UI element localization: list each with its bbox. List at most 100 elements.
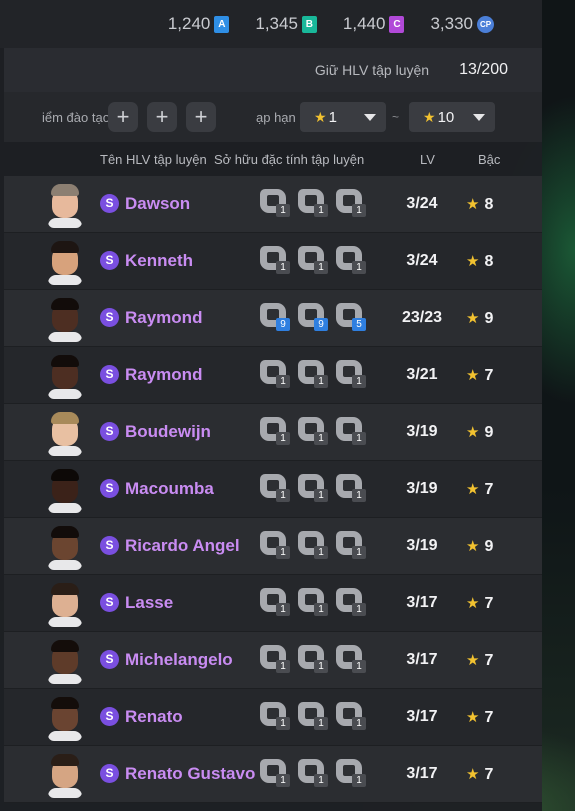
rank-min-value: 1 <box>328 108 337 126</box>
trait-level: 1 <box>276 603 290 616</box>
coach-row[interactable]: S Macoumba 1 1 1 3/19 ★ 7 <box>4 461 542 518</box>
coach-avatar <box>48 638 82 684</box>
training-trait-icon[interactable]: 1 <box>260 531 290 559</box>
training-trait-icon[interactable]: 1 <box>336 189 366 217</box>
season-badge-icon: S <box>100 593 119 612</box>
coach-row[interactable]: S Dawson 1 1 1 3/24 ★ 8 <box>4 176 542 233</box>
star-icon: ★ <box>423 108 436 125</box>
coach-name: Lasse <box>125 593 174 612</box>
trait-level: 9 <box>314 318 328 331</box>
season-badge-icon: S <box>100 365 119 384</box>
training-trait-icon[interactable]: 1 <box>298 246 328 274</box>
training-trait-icon[interactable]: 1 <box>336 246 366 274</box>
range-separator: ~ <box>392 110 400 124</box>
chevron-down-icon <box>473 113 486 121</box>
training-trait-icon[interactable]: 1 <box>260 189 290 217</box>
training-trait-icon[interactable]: 1 <box>336 360 366 388</box>
trait-level: 1 <box>352 660 366 673</box>
coach-name: Raymond <box>125 365 203 384</box>
column-name[interactable]: Tên HLV tập luyện <box>100 152 207 167</box>
training-trait-icon[interactable]: 1 <box>260 360 290 388</box>
coach-row[interactable]: S Raymond 9 9 5 23/23 ★ 9 <box>4 290 542 347</box>
coach-row[interactable]: S Renato Gustavo 1 1 1 3/17 ★ 7 <box>4 746 542 803</box>
trait-level: 1 <box>276 546 290 559</box>
trait-level: 1 <box>352 204 366 217</box>
trait-level: 1 <box>352 489 366 502</box>
season-badge-icon: S <box>100 251 119 270</box>
filter-row: iểm đào tạo + + + ạp hạng ★ 1 ~ ★ 10 <box>4 92 542 142</box>
training-trait-icon[interactable]: 1 <box>298 531 328 559</box>
training-trait-icon[interactable]: 1 <box>336 474 366 502</box>
training-trait-icon[interactable]: 1 <box>260 474 290 502</box>
trait-level: 1 <box>314 432 328 445</box>
trait-level: 1 <box>314 660 328 673</box>
training-trait-icon[interactable]: 1 <box>298 189 328 217</box>
coach-name: Michelangelo <box>125 650 233 669</box>
training-trait-icon[interactable]: 1 <box>298 360 328 388</box>
coach-row[interactable]: S Raymond 1 1 1 3/21 ★ 7 <box>4 347 542 404</box>
coach-name: Boudewijn <box>125 422 211 441</box>
training-trait-icon[interactable]: 5 <box>336 303 366 331</box>
coach-level: 3/17 <box>406 594 438 611</box>
training-trait-icon[interactable]: 1 <box>260 645 290 673</box>
training-trait-icon[interactable]: 1 <box>336 759 366 787</box>
trait-level: 9 <box>276 318 290 331</box>
star-icon: ★ <box>466 595 480 612</box>
trait-level: 5 <box>352 318 366 331</box>
trait-list: 1 1 1 <box>260 246 374 274</box>
coach-grade-value: 9 <box>484 538 494 555</box>
add-slot-button-1[interactable]: + <box>108 102 138 132</box>
training-trait-icon[interactable]: 1 <box>336 588 366 616</box>
rank-label: ạp hạng <box>256 109 296 125</box>
training-trait-icon[interactable]: 1 <box>260 759 290 787</box>
trait-list: 1 1 1 <box>260 531 374 559</box>
training-trait-icon[interactable]: 1 <box>336 702 366 730</box>
coach-level: 3/24 <box>406 195 438 212</box>
rank-max-dropdown[interactable]: ★ 10 <box>409 102 496 132</box>
trait-list: 1 1 1 <box>260 645 374 673</box>
coach-name: Macoumba <box>125 479 214 498</box>
coach-avatar <box>48 353 82 399</box>
training-trait-icon[interactable]: 1 <box>298 645 328 673</box>
training-trait-icon[interactable]: 1 <box>260 417 290 445</box>
coach-level: 3/17 <box>406 708 438 725</box>
trait-level: 1 <box>314 717 328 730</box>
trait-level: 1 <box>276 717 290 730</box>
coach-row[interactable]: S Renato 1 1 1 3/17 ★ 7 <box>4 689 542 746</box>
coach-row[interactable]: S Kenneth 1 1 1 3/24 ★ 8 <box>4 233 542 290</box>
coach-row[interactable]: S Lasse 1 1 1 3/17 ★ 7 <box>4 575 542 632</box>
currency-b: 1,345 B <box>255 14 317 34</box>
add-slot-button-3[interactable]: + <box>186 102 216 132</box>
training-trait-icon[interactable]: 9 <box>260 303 290 331</box>
coach-row[interactable]: S Boudewijn 1 1 1 3/19 ★ 9 <box>4 404 542 461</box>
training-trait-icon[interactable]: 1 <box>260 246 290 274</box>
coach-grade: ★ 8 <box>466 195 493 214</box>
coach-row[interactable]: S Ricardo Angel 1 1 1 3/19 ★ 9 <box>4 518 542 575</box>
star-icon: ★ <box>466 538 480 555</box>
training-trait-icon[interactable]: 1 <box>336 645 366 673</box>
column-level[interactable]: LV <box>420 152 435 167</box>
coach-grade-value: 9 <box>484 310 494 327</box>
training-trait-icon[interactable]: 1 <box>260 702 290 730</box>
training-trait-icon[interactable]: 1 <box>298 417 328 445</box>
training-trait-icon[interactable]: 1 <box>298 588 328 616</box>
rank-min-dropdown[interactable]: ★ 1 <box>300 102 386 132</box>
coach-row[interactable]: S Michelangelo 1 1 1 3/17 ★ 7 <box>4 632 542 689</box>
plus-icon: + <box>194 104 208 129</box>
training-trait-icon[interactable]: 1 <box>298 759 328 787</box>
currency-b-value: 1,345 <box>255 14 298 33</box>
coach-level: 3/24 <box>406 252 438 269</box>
training-trait-icon[interactable]: 1 <box>336 531 366 559</box>
column-grade[interactable]: Bậc <box>478 152 500 167</box>
chevron-down-icon <box>364 113 376 121</box>
training-trait-icon[interactable]: 1 <box>336 417 366 445</box>
trait-level: 1 <box>314 375 328 388</box>
star-icon: ★ <box>466 481 480 498</box>
training-trait-icon[interactable]: 1 <box>260 588 290 616</box>
trait-list: 1 1 1 <box>260 360 374 388</box>
add-slot-button-2[interactable]: + <box>147 102 177 132</box>
training-trait-icon[interactable]: 9 <box>298 303 328 331</box>
training-trait-icon[interactable]: 1 <box>298 702 328 730</box>
trait-list: 1 1 1 <box>260 474 374 502</box>
training-trait-icon[interactable]: 1 <box>298 474 328 502</box>
